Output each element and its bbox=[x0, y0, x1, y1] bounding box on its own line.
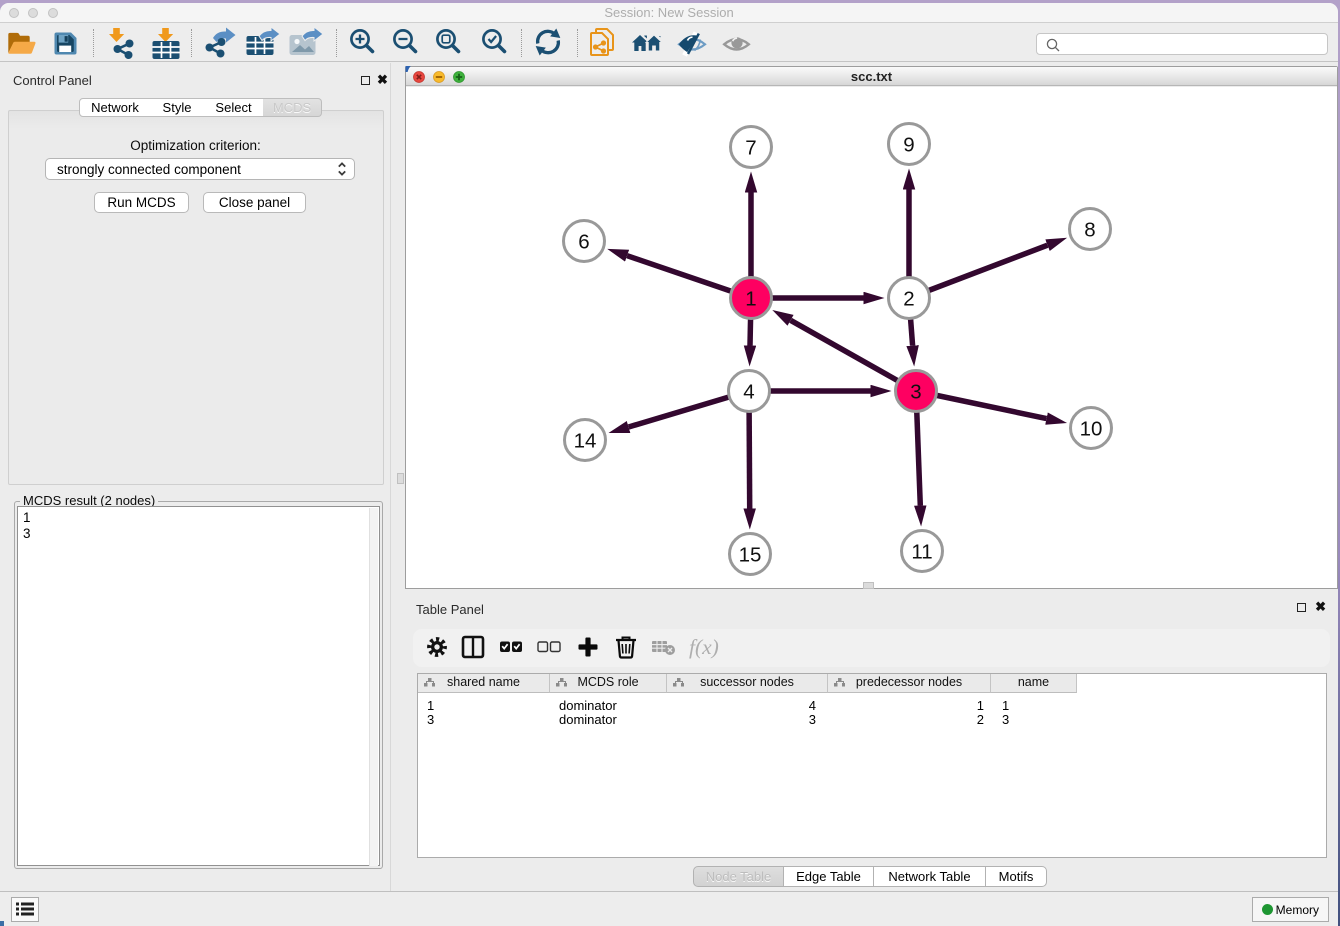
svg-text:3: 3 bbox=[910, 381, 921, 404]
svg-text:2: 2 bbox=[903, 288, 914, 311]
svg-text:11: 11 bbox=[911, 541, 932, 564]
svg-text:9: 9 bbox=[903, 134, 914, 157]
svg-text:14: 14 bbox=[574, 430, 597, 453]
svg-text:f(x): f(x) bbox=[689, 635, 719, 659]
svg-text:8: 8 bbox=[1084, 219, 1095, 242]
svg-text:4: 4 bbox=[743, 381, 754, 404]
svg-text:15: 15 bbox=[739, 544, 762, 567]
svg-text:10: 10 bbox=[1080, 418, 1103, 441]
svg-text:7: 7 bbox=[745, 137, 756, 160]
svg-text:1: 1 bbox=[745, 288, 756, 311]
svg-text:6: 6 bbox=[578, 231, 589, 254]
